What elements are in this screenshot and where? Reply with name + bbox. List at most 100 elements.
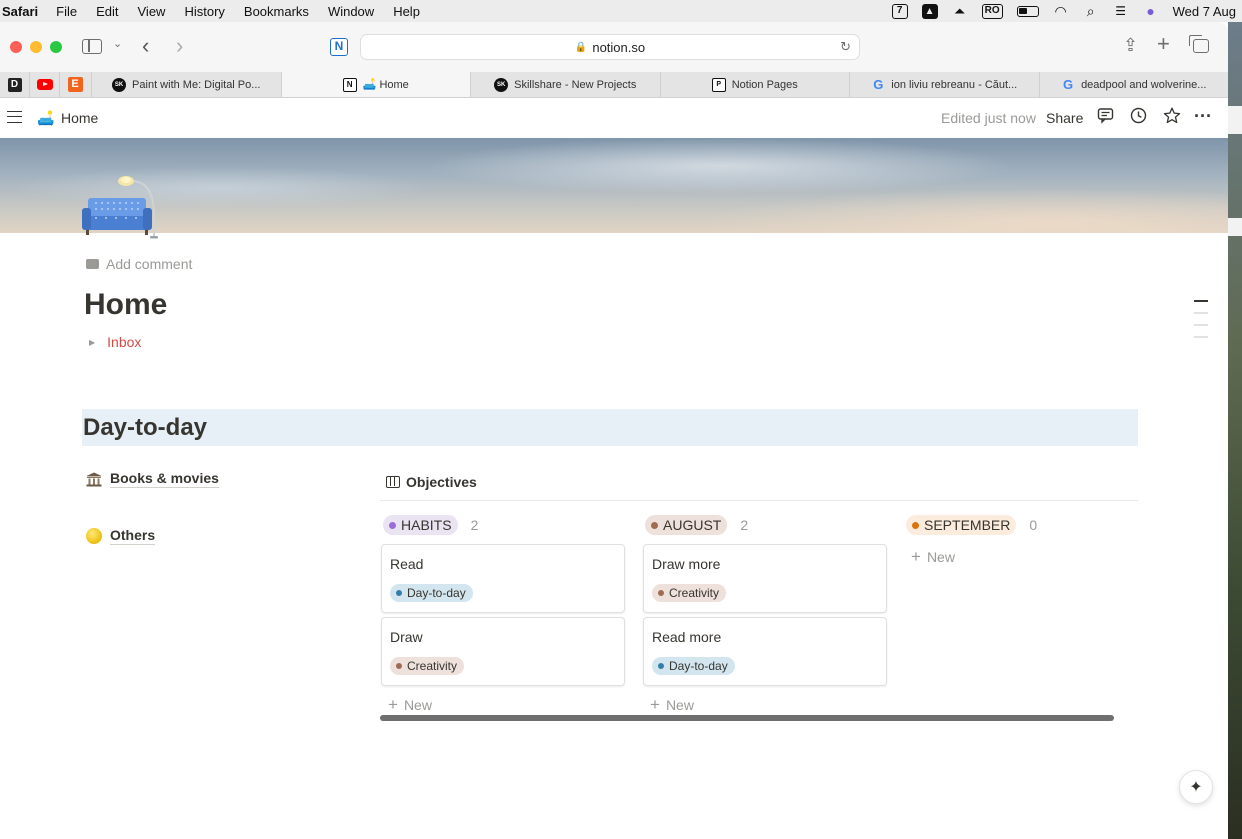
- tab-notion-pages[interactable]: P Notion Pages: [661, 72, 850, 97]
- couch-and-lamp-icon[interactable]: [80, 172, 160, 240]
- board-card[interactable]: Read more Day-to-day: [643, 617, 887, 686]
- share-icon[interactable]: ⇪: [1123, 35, 1138, 56]
- menu-view[interactable]: View: [138, 4, 166, 19]
- tab-google-search-rebreanu[interactable]: G ion liviu rebreanu - Căut...: [850, 72, 1040, 97]
- notion-ai-sparkle-button[interactable]: ✦: [1179, 770, 1213, 804]
- app-menu[interactable]: Safari: [2, 4, 38, 19]
- card-tag: Creativity: [390, 657, 465, 675]
- control-center-icon[interactable]: ☰: [1113, 3, 1129, 19]
- page-title[interactable]: Home: [84, 288, 167, 322]
- pinned-tab-etsy[interactable]: E: [60, 72, 90, 98]
- tab-paint-with-me[interactable]: SK Paint with Me: Digital Po...: [92, 72, 282, 97]
- card-title: Read: [390, 556, 424, 572]
- page-link-label[interactable]: Books & movies: [110, 470, 219, 488]
- menu-history[interactable]: History: [184, 4, 224, 19]
- column-header[interactable]: SEPTEMBER 0: [906, 515, 1148, 535]
- reload-icon[interactable]: ↻: [840, 39, 851, 55]
- tab-google-search-deadpool[interactable]: G deadpool and wolverine...: [1040, 72, 1229, 97]
- board-card[interactable]: Draw more Creativity: [643, 544, 887, 613]
- board-view-title[interactable]: Objectives: [386, 474, 477, 490]
- star-favorite-icon[interactable]: [1163, 107, 1181, 129]
- card-tag: Creativity: [652, 584, 727, 602]
- column-header[interactable]: HABITS 2: [383, 515, 625, 535]
- breadcrumb[interactable]: Home: [61, 110, 98, 126]
- comments-icon[interactable]: [1097, 107, 1114, 129]
- toggle-label[interactable]: Inbox: [107, 334, 141, 350]
- clock-history-icon[interactable]: [1130, 107, 1147, 129]
- board-horizontal-scrollbar[interactable]: [380, 715, 1114, 721]
- menu-icon[interactable]: [7, 111, 22, 123]
- toc-line[interactable]: [1194, 300, 1208, 302]
- toc-line[interactable]: [1194, 312, 1208, 314]
- pinned-tabs: D E: [0, 71, 92, 98]
- status-pill[interactable]: SEPTEMBER: [906, 515, 1017, 535]
- battery-icon[interactable]: [1016, 5, 1039, 17]
- tab-bar: D E SK Paint with Me: Digital Po... N 🛋️…: [0, 71, 1229, 98]
- new-label: New: [403, 697, 432, 713]
- breadcrumb-page-icon[interactable]: 🛋️: [37, 110, 54, 127]
- skillshare-favicon-icon: SK: [494, 77, 509, 92]
- page-link-books-movies[interactable]: Books & movies: [86, 470, 219, 488]
- page-link-others[interactable]: Others: [86, 527, 156, 545]
- minimize-window-button[interactable]: [30, 41, 42, 53]
- pinned-tab-youtube[interactable]: [30, 71, 60, 98]
- toc-line[interactable]: [1194, 324, 1208, 326]
- tab-home[interactable]: N 🛋️ Home: [281, 72, 471, 97]
- new-tab-plus-icon[interactable]: +: [1157, 31, 1170, 57]
- tab-overview-icon[interactable]: [1189, 35, 1209, 53]
- tab-label: 🛋️ Home: [362, 79, 409, 91]
- menu-window[interactable]: Window: [328, 4, 374, 19]
- toggle-triangle-icon[interactable]: ▶: [89, 338, 95, 347]
- google-favicon-icon: G: [873, 77, 884, 92]
- board-card[interactable]: Draw Creativity: [381, 617, 625, 686]
- chevron-down-icon[interactable]: ⌄: [113, 37, 122, 50]
- section-heading[interactable]: Day-to-day: [82, 409, 1138, 446]
- sidebar-toggle-icon[interactable]: [82, 39, 102, 54]
- add-comment-button[interactable]: Add comment: [86, 256, 192, 272]
- new-label: New: [926, 549, 955, 565]
- toc-line[interactable]: [1194, 336, 1208, 338]
- menu-edit[interactable]: Edit: [96, 4, 118, 19]
- more-options-icon[interactable]: ···: [1194, 106, 1212, 127]
- cone-icon[interactable]: ⏶: [952, 3, 968, 19]
- board-card[interactable]: Read Day-to-day: [381, 544, 625, 613]
- share-button[interactable]: Share: [1046, 110, 1083, 126]
- notion-favicon-icon: N: [342, 77, 357, 92]
- pinned-tab-d[interactable]: D: [0, 71, 30, 98]
- siri-icon[interactable]: ●: [1143, 3, 1159, 19]
- tab-label: deadpool and wolverine...: [1081, 78, 1207, 91]
- forward-arrow-icon[interactable]: ›: [176, 33, 183, 59]
- menubar-clock[interactable]: Wed 7 Aug: [1173, 4, 1236, 19]
- calendar-icon[interactable]: 7: [891, 3, 908, 19]
- page-link-label[interactable]: Others: [110, 527, 156, 545]
- spotlight-search-icon[interactable]: ⌕: [1083, 3, 1099, 19]
- board-title-label[interactable]: Objectives: [406, 474, 477, 490]
- wifi-icon[interactable]: ◠: [1053, 3, 1069, 19]
- drive-icon[interactable]: ▲: [921, 3, 938, 19]
- new-card-button[interactable]: + New: [650, 696, 887, 713]
- new-card-button[interactable]: + New: [388, 696, 625, 713]
- menu-bookmarks[interactable]: Bookmarks: [244, 4, 309, 19]
- address-bar[interactable]: 🔒 notion.so ↻: [360, 34, 860, 60]
- input-source-indicator[interactable]: RO: [981, 3, 1003, 19]
- column-label: SEPTEMBER: [924, 517, 1011, 533]
- page-cover-image[interactable]: [0, 138, 1228, 233]
- status-pill[interactable]: AUGUST: [645, 515, 728, 535]
- menu-file[interactable]: File: [56, 4, 77, 19]
- column-label: AUGUST: [663, 517, 722, 533]
- column-header[interactable]: AUGUST 2: [645, 515, 887, 535]
- add-comment-label: Add comment: [106, 256, 193, 272]
- menu-help[interactable]: Help: [393, 4, 420, 19]
- close-window-button[interactable]: [10, 41, 22, 53]
- back-arrow-icon[interactable]: ‹: [142, 33, 149, 59]
- youtube-icon: [36, 79, 53, 90]
- new-card-button[interactable]: + New: [911, 548, 1148, 565]
- tab-skillshare[interactable]: SK Skillshare - New Projects: [471, 72, 661, 97]
- tag-label: Creativity: [669, 586, 720, 600]
- zoom-window-button[interactable]: [50, 41, 62, 53]
- status-pill[interactable]: HABITS: [383, 515, 458, 535]
- url-text[interactable]: notion.so: [592, 40, 645, 55]
- toggle-inbox[interactable]: ▶ Inbox: [89, 334, 141, 350]
- table-of-contents-minimap[interactable]: [1194, 300, 1208, 348]
- column-count: 2: [740, 517, 749, 533]
